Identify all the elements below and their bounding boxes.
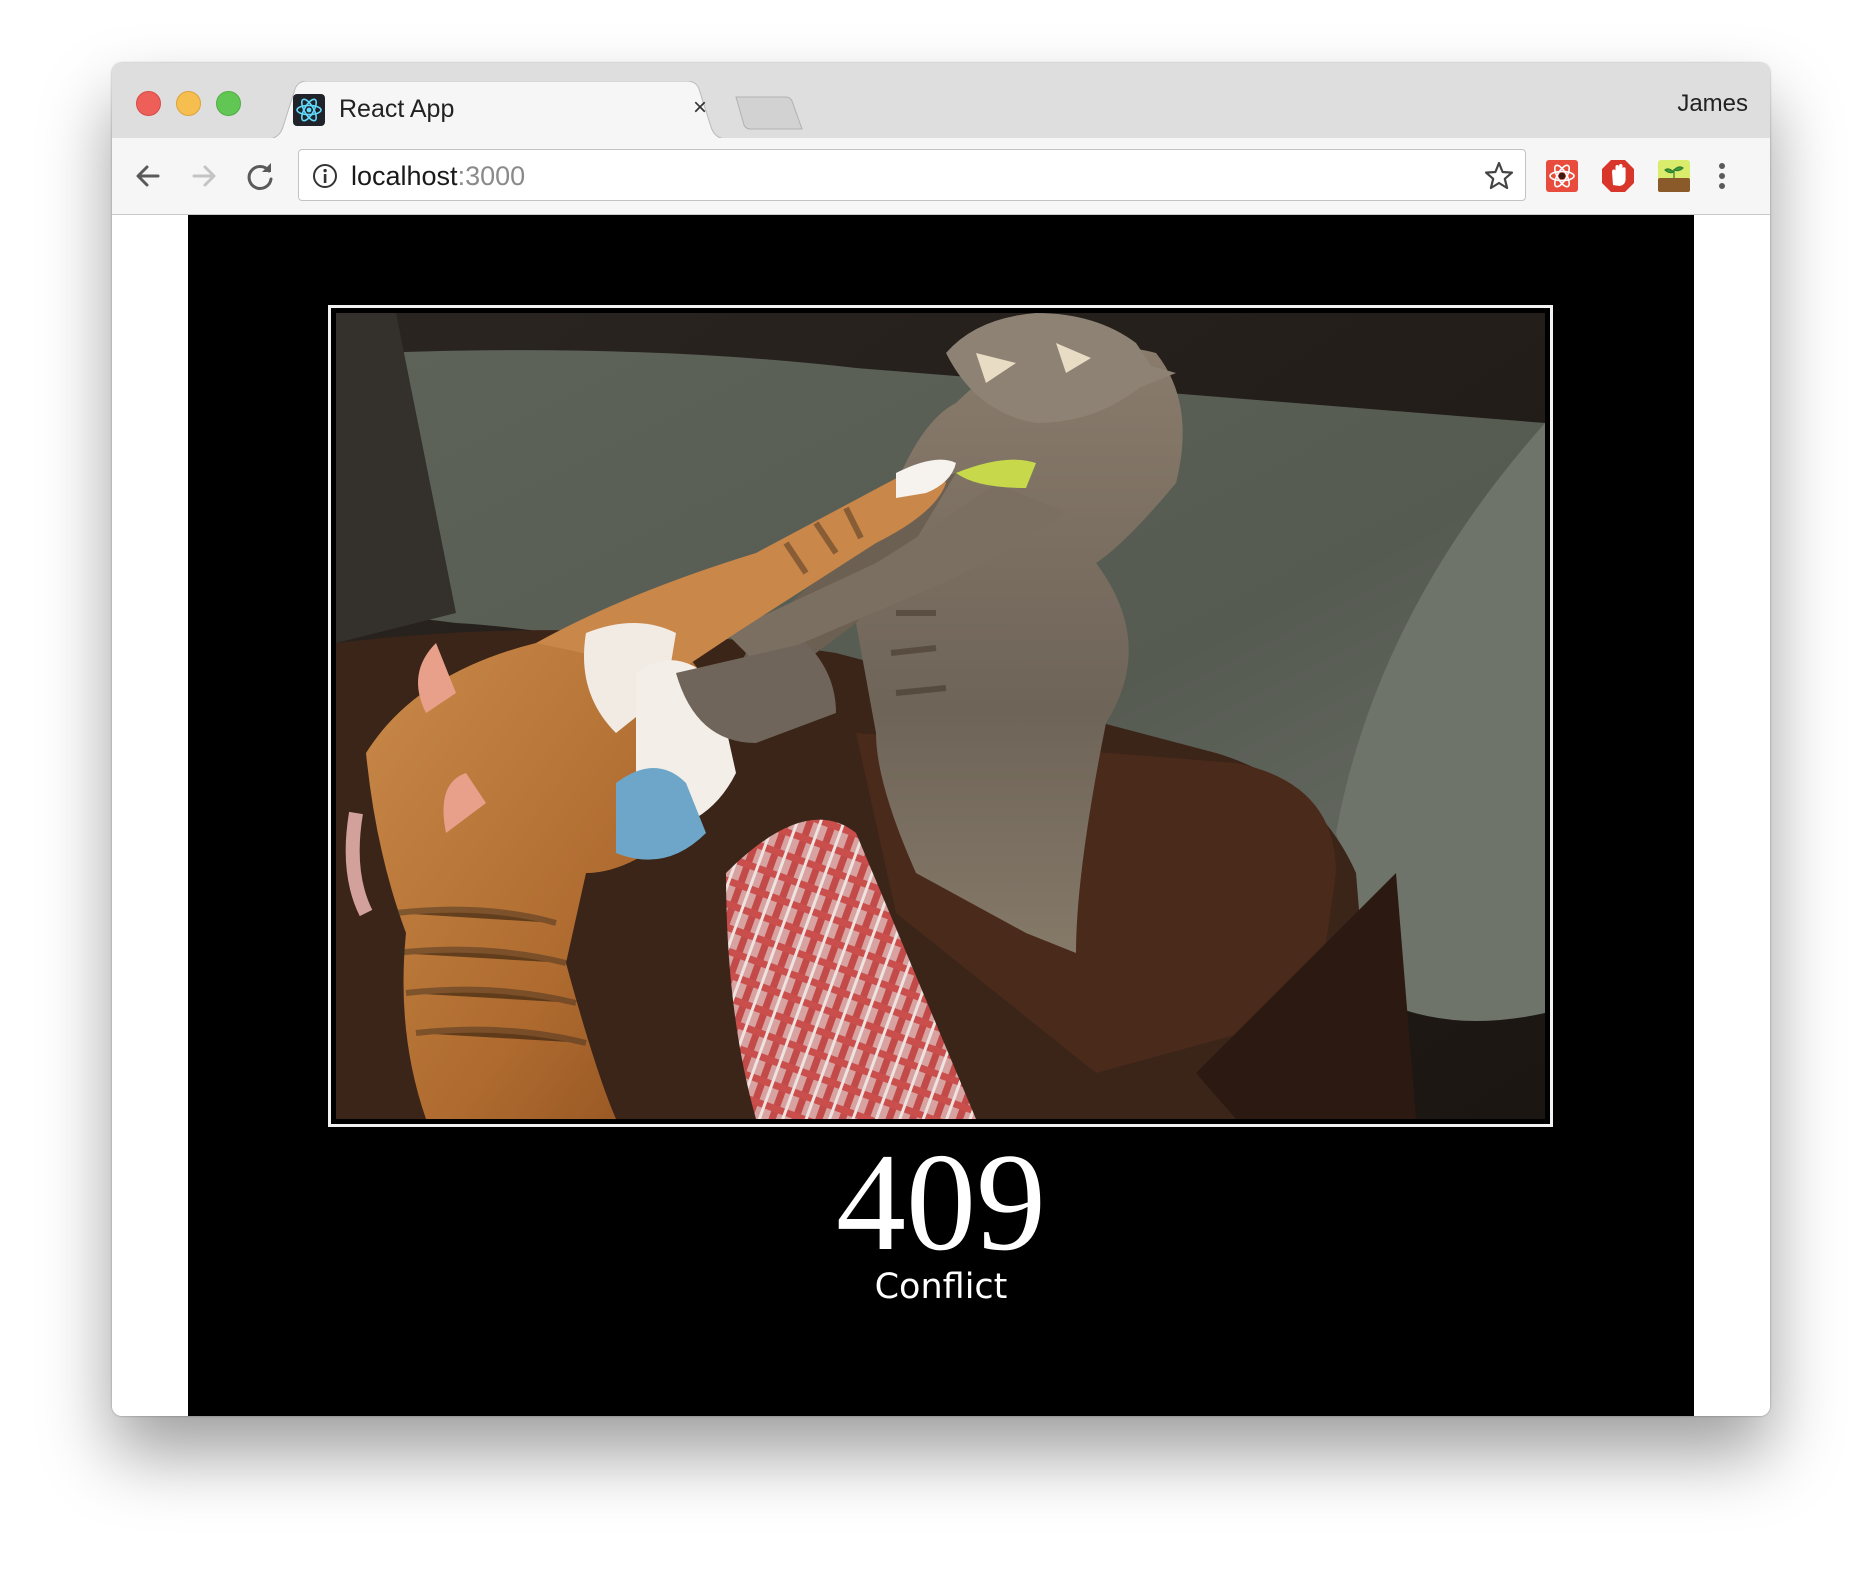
tab-close-icon[interactable]: × <box>685 93 715 123</box>
url-port: :3000 <box>457 161 526 191</box>
address-bar[interactable]: localhost:3000 <box>298 149 1526 201</box>
star-icon[interactable] <box>1483 160 1515 192</box>
browser-window: React App × James localhost:3000 409 Con… <box>112 63 1770 1416</box>
tab-background <box>267 81 727 139</box>
info-icon[interactable] <box>311 162 339 190</box>
http-status-poster: 409 Conflict <box>188 215 1694 1416</box>
status-message: Conflict <box>874 1267 1008 1307</box>
back-arrow-icon[interactable] <box>130 158 166 194</box>
photo-frame <box>328 305 1553 1127</box>
profile-name[interactable]: James <box>1677 90 1748 118</box>
status-code: 409 <box>836 1125 1046 1280</box>
page-viewport: 409 Conflict <box>112 215 1770 1416</box>
window-minimize-button[interactable] <box>176 91 201 116</box>
browser-toolbar: localhost:3000 <box>112 138 1770 215</box>
reload-icon[interactable] <box>242 158 278 194</box>
adblock-hand-extension-icon[interactable] <box>1600 158 1636 194</box>
kebab-menu-icon[interactable] <box>1710 158 1734 194</box>
url-text[interactable]: localhost:3000 <box>351 161 525 192</box>
window-close-button[interactable] <box>136 91 161 116</box>
tab-strip: React App × James <box>112 63 1770 139</box>
plant-extension-icon[interactable] <box>1656 158 1692 194</box>
tab-react-app[interactable]: React App × <box>267 81 727 139</box>
new-tab-button[interactable] <box>734 95 804 131</box>
react-devtools-extension-icon[interactable] <box>1544 158 1580 194</box>
two-cats-fighting-photo <box>336 313 1545 1119</box>
react-logo-icon <box>293 94 325 126</box>
tab-title: React App <box>339 95 455 123</box>
url-host: localhost <box>351 161 458 191</box>
forward-arrow-icon[interactable] <box>186 158 222 194</box>
window-maximize-button[interactable] <box>216 91 241 116</box>
